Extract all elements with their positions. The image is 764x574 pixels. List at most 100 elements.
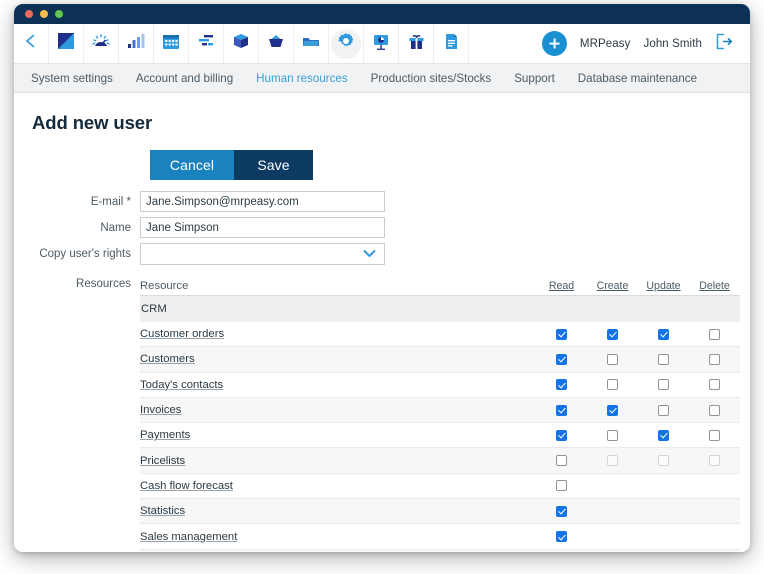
subnav-item-production-sites-stocks[interactable]: Production sites/Stocks [371,72,492,85]
permission-cell-read[interactable] [536,429,587,441]
toolbar-item-dashboard[interactable] [49,24,84,63]
toolbar-item-calendar[interactable] [154,24,189,63]
checkbox-read[interactable] [556,429,567,441]
permission-cell-create[interactable] [587,328,638,340]
subnav-item-system-settings[interactable]: System settings [31,72,113,85]
permission-cell-create[interactable] [587,379,638,391]
permission-cell-update[interactable] [638,328,689,340]
toolbar-item-production[interactable] [364,24,399,63]
checkbox-delete[interactable] [709,429,720,441]
checkbox-read[interactable] [556,505,567,517]
checkbox-update[interactable] [658,429,669,441]
resource-name-link[interactable]: Cash flow forecast [140,480,536,492]
column-header-create[interactable]: Create [587,280,638,292]
toolbar-item-planner[interactable] [189,24,224,63]
resource-name-link[interactable]: Today's contacts [140,379,536,391]
email-field[interactable]: Jane.Simpson@mrpeasy.com [140,191,385,212]
add-button[interactable] [541,31,567,56]
column-header-read[interactable]: Read [536,280,587,292]
checkbox-read[interactable] [556,353,567,365]
toolbar-item-performance[interactable] [84,24,119,63]
copy-rights-select[interactable] [140,242,385,265]
permission-cell-update[interactable] [638,429,689,441]
subnav-item-database-maintenance[interactable]: Database maintenance [578,72,697,85]
permission-cell-create[interactable] [587,455,638,467]
permission-cell-read[interactable] [536,480,587,492]
subnav-item-human-resources[interactable]: Human resources [256,72,348,85]
permission-cell-create[interactable] [587,353,638,365]
checkbox-create[interactable] [607,353,618,365]
permission-cell-update[interactable] [638,404,689,416]
toolbar-right-group: MRPeasy John Smith [541,24,750,63]
cancel-button[interactable]: Cancel [150,150,234,180]
permission-cell-create[interactable] [587,404,638,416]
checkbox-create[interactable] [607,429,618,441]
permission-cell-read[interactable] [536,353,587,365]
close-window-dot[interactable] [25,10,33,18]
checkbox-create[interactable] [607,328,618,340]
checkbox-delete[interactable] [709,404,720,416]
checkbox-update[interactable] [658,328,669,340]
checkbox-read[interactable] [556,455,567,467]
permission-cell-read[interactable] [536,531,587,543]
resource-name-link[interactable]: Customers [140,353,536,365]
permission-cell-delete[interactable] [689,429,740,441]
resource-name-link[interactable]: Payments [140,429,536,441]
toolbar-item-stock[interactable] [294,24,329,63]
permission-cell-delete[interactable] [689,455,740,467]
permission-cell-delete[interactable] [689,379,740,391]
toolbar-item-settings[interactable] [329,24,364,63]
resource-name-link[interactable]: Sales management [140,531,536,543]
minimize-window-dot[interactable] [40,10,48,18]
checkbox-create[interactable] [607,404,618,416]
resource-name-link[interactable]: Pricelists [140,455,536,467]
permission-cell-create[interactable] [587,429,638,441]
permission-cell-read[interactable] [536,455,587,467]
logout-icon[interactable] [715,33,734,55]
resource-name-link[interactable]: Customer orders [140,328,536,340]
subnav-item-support[interactable]: Support [514,72,555,85]
toolbar-item-products[interactable] [399,24,434,63]
permission-cell-delete [689,480,740,491]
checkbox-delete[interactable] [709,328,720,340]
table-row: Customer orders [140,322,740,348]
toolbar-back-button[interactable] [14,24,49,63]
toolbar-item-reports[interactable] [119,24,154,63]
presentation-icon [372,33,390,55]
column-header-update[interactable]: Update [638,280,689,292]
permission-cell-delete[interactable] [689,353,740,365]
checkbox-read[interactable] [556,379,567,391]
checkbox-read[interactable] [556,404,567,416]
permission-cell-update[interactable] [638,353,689,365]
permission-cell-read[interactable] [536,505,587,517]
permission-cell-delete[interactable] [689,404,740,416]
checkbox-read[interactable] [556,531,567,543]
save-button[interactable]: Save [234,150,313,180]
checkbox-update[interactable] [658,353,669,365]
permission-cell-read[interactable] [536,379,587,391]
back-chevron-icon [24,33,38,54]
column-header-delete[interactable]: Delete [689,280,740,292]
checkbox-create [607,455,618,467]
resource-name-link[interactable]: Invoices [140,404,536,416]
permission-cell-delete[interactable] [689,328,740,340]
checkbox-create[interactable] [607,379,618,391]
permission-cell-read[interactable] [536,404,587,416]
toolbar-item-items[interactable] [224,24,259,63]
subnav-item-account-and-billing[interactable]: Account and billing [136,72,233,85]
checkbox-read[interactable] [556,480,567,492]
resource-name-link[interactable]: Statistics [140,505,536,517]
permission-cell-read[interactable] [536,328,587,340]
permission-cell-update[interactable] [638,379,689,391]
name-label: Name [100,221,131,234]
checkbox-read[interactable] [556,328,567,340]
name-field[interactable]: Jane Simpson [140,217,385,238]
checkbox-update[interactable] [658,404,669,416]
checkbox-delete[interactable] [709,353,720,365]
toolbar-item-procurement[interactable] [259,24,294,63]
toolbar-item-documents[interactable] [434,24,469,63]
permission-cell-update[interactable] [638,455,689,467]
maximize-window-dot[interactable] [55,10,63,18]
checkbox-update[interactable] [658,379,669,391]
checkbox-delete[interactable] [709,379,720,391]
